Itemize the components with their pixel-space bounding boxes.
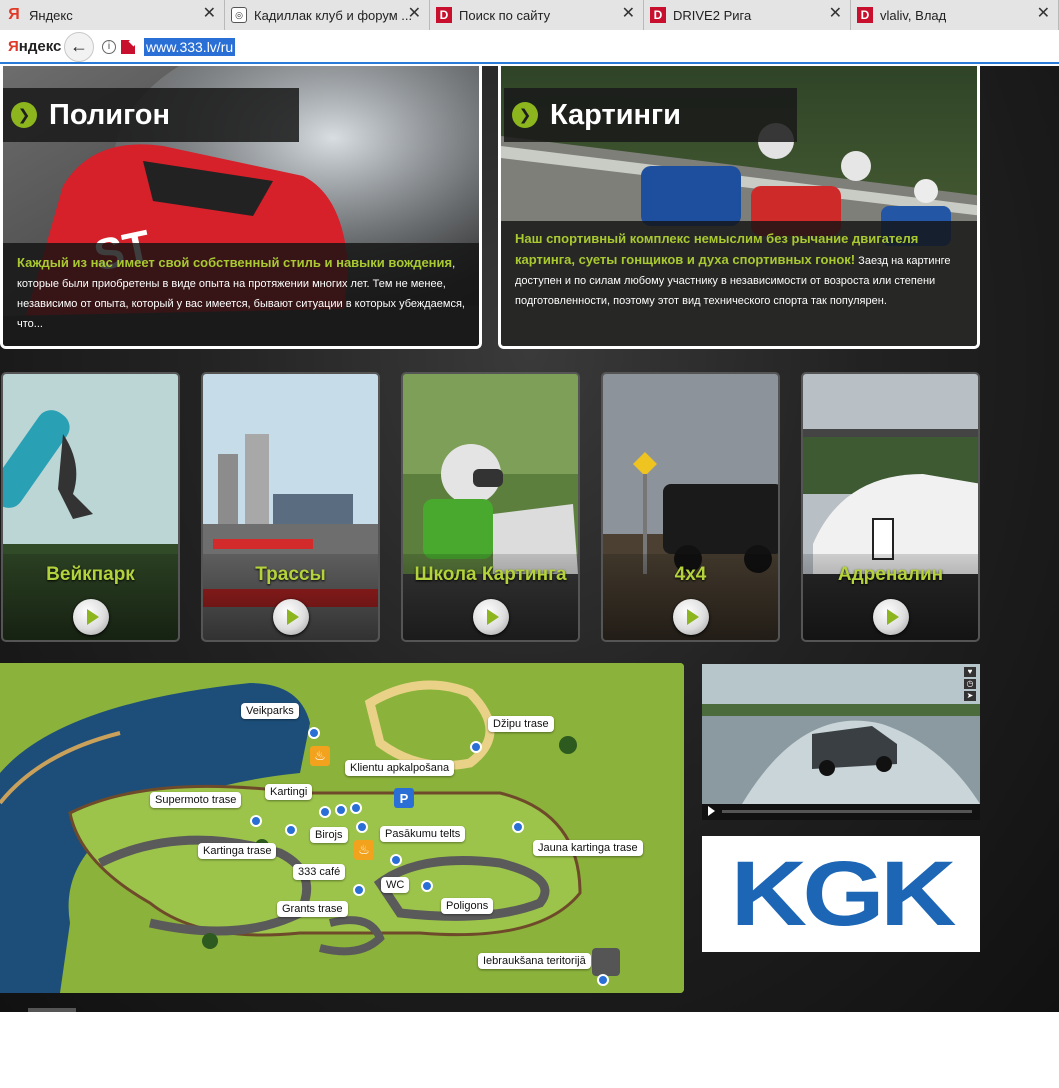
tab-title: Кадиллак клуб и форум ... [254, 7, 413, 23]
page-content: ST ❯ Полигон Каждый из нас имеет свой со… [0, 66, 1059, 1012]
video-frame [702, 664, 980, 820]
map-label: Supermoto trase [150, 792, 242, 808]
yandex-icon: Я [8, 6, 20, 23]
map-pin[interactable] [470, 741, 482, 753]
browser-tab[interactable]: D Поиск по сайту ✕ [430, 0, 644, 30]
video-share-icon[interactable]: ➤ [964, 691, 976, 701]
map-pin[interactable] [353, 884, 365, 896]
map-pin[interactable] [285, 824, 297, 836]
poligon-lead: Каждый из нас имеет свой собственный сти… [17, 255, 453, 270]
browser-tab[interactable]: D DRIVE2 Рига ✕ [644, 0, 851, 30]
info-icon[interactable]: i [102, 39, 116, 54]
play-icon[interactable] [273, 599, 309, 635]
map-label: 333 café [293, 864, 346, 880]
horizontal-scrollbar[interactable] [28, 1008, 76, 1012]
map-pin[interactable] [421, 880, 433, 892]
tab-title: Поиск по сайту [459, 7, 551, 23]
play-icon[interactable] [673, 599, 709, 635]
map-pin[interactable] [512, 821, 524, 833]
map-label: Iebraukšana teritorijā [478, 953, 591, 969]
chevron-right-icon: ❯ [11, 102, 37, 128]
play-icon[interactable] [873, 599, 909, 635]
map-label: Poligons [441, 898, 494, 914]
play-icon[interactable] [73, 599, 109, 635]
yandex-logo[interactable]: Яндекс [8, 38, 61, 55]
map-pin[interactable] [350, 802, 362, 814]
poligon-description: Каждый из нас имеет свой собственный сти… [3, 243, 479, 346]
browser-tab[interactable]: ◎ Кадиллак клуб и форум ... ✕ [225, 0, 430, 30]
map-pin[interactable] [319, 806, 331, 818]
tile-label: Вейкпарк [46, 564, 135, 585]
feature-karting[interactable]: ❯ Картинги Наш спортивный комплекс немыс… [498, 66, 980, 349]
map-pin[interactable] [597, 974, 609, 986]
video-player[interactable]: ♥ ◷ ➤ [702, 664, 980, 820]
map-label: WC [381, 877, 410, 893]
video-clock-icon[interactable]: ◷ [964, 679, 976, 689]
cadillac-icon: ◎ [231, 7, 247, 23]
close-icon[interactable]: ✕ [408, 6, 421, 22]
chevron-right-icon: ❯ [512, 102, 538, 128]
drive2-icon: D [650, 7, 666, 23]
browser-tab[interactable]: Я Яндекс ✕ [0, 0, 225, 30]
close-icon[interactable]: ✕ [829, 6, 842, 22]
site-protect-icon[interactable] [121, 39, 135, 54]
tile-label: Трассы [255, 564, 326, 585]
site-map[interactable]: P ♨ ♨ Veikparks Džipu trase Klientu apka… [0, 663, 684, 993]
back-button[interactable]: ← [64, 31, 94, 62]
map-pin[interactable] [308, 727, 320, 739]
restaurant-icon[interactable]: ♨ [354, 840, 374, 860]
feature-poligon[interactable]: ST ❯ Полигон Каждый из нас имеет свой со… [0, 66, 482, 349]
map-label: Klientu apkalpošana [345, 760, 455, 776]
tab-bar: Я Яндекс ✕ ◎ Кадиллак клуб и форум ... ✕ D Поис… [0, 0, 1059, 30]
poligon-title-bar[interactable]: ❯ Полигон [3, 88, 299, 142]
map-label: Džipu trase [488, 716, 554, 732]
video-heart-icon[interactable]: ♥ [964, 667, 976, 677]
parking-icon[interactable]: P [394, 788, 414, 808]
karting-title-bar[interactable]: ❯ Картинги [504, 88, 797, 142]
play-icon[interactable] [473, 599, 509, 635]
url-input[interactable]: www.333.lv/ru [144, 37, 236, 56]
restaurant-icon[interactable]: ♨ [310, 746, 330, 766]
karting-title: Картинги [550, 98, 681, 131]
poligon-title: Полигон [49, 98, 171, 131]
tile-label: Адреналин [837, 564, 944, 585]
map-pin[interactable] [356, 821, 368, 833]
karting-description: Наш спортивный комплекс немыслим без рыч… [501, 221, 977, 346]
tab-title: DRIVE2 Рига [673, 7, 752, 23]
tile-veikpark[interactable]: Вейкпарк [1, 372, 180, 642]
browser-tab[interactable]: Dvlaliv, Влад ✕ [851, 0, 1059, 30]
tile-label: Школа Картинга [414, 564, 567, 585]
kgk-logo: KGK [730, 842, 956, 945]
map-label: Veikparks [241, 703, 299, 719]
tile-school[interactable]: Школа Картинга [401, 372, 580, 642]
map-label: Kartingi [265, 784, 313, 800]
map-label: Birojs [310, 827, 348, 843]
tile-label: 4x4 [674, 564, 707, 585]
map-label: Grants trase [277, 901, 348, 917]
kgk-banner[interactable]: KGK [702, 836, 980, 952]
tile-adrenalin[interactable]: Адреналин [801, 372, 980, 642]
close-icon[interactable]: ✕ [203, 6, 216, 22]
drive2-icon: D [857, 7, 873, 23]
tab-title: vlaliv, Влад [880, 7, 947, 23]
map-label: Jauna kartinga trase [533, 840, 643, 856]
tab-title: Яндекс [29, 7, 73, 23]
tile-4x4[interactable]: 4x4 [601, 372, 780, 642]
tile-trassy[interactable]: Трассы [201, 372, 380, 642]
drive2-icon: D [436, 7, 452, 23]
close-icon[interactable]: ✕ [1037, 6, 1050, 22]
map-label: Pasākumu telts [380, 826, 466, 842]
map-pin[interactable] [390, 854, 402, 866]
video-play-icon[interactable] [708, 806, 715, 816]
close-icon[interactable]: ✕ [622, 6, 635, 22]
arrow-left-icon: ← [70, 36, 88, 56]
map-pin[interactable] [335, 804, 347, 816]
map-pin[interactable] [250, 815, 262, 827]
map-label: Kartinga trase [198, 843, 277, 859]
address-bar: Яндекс ← i www.333.lv/ru [0, 31, 1059, 64]
